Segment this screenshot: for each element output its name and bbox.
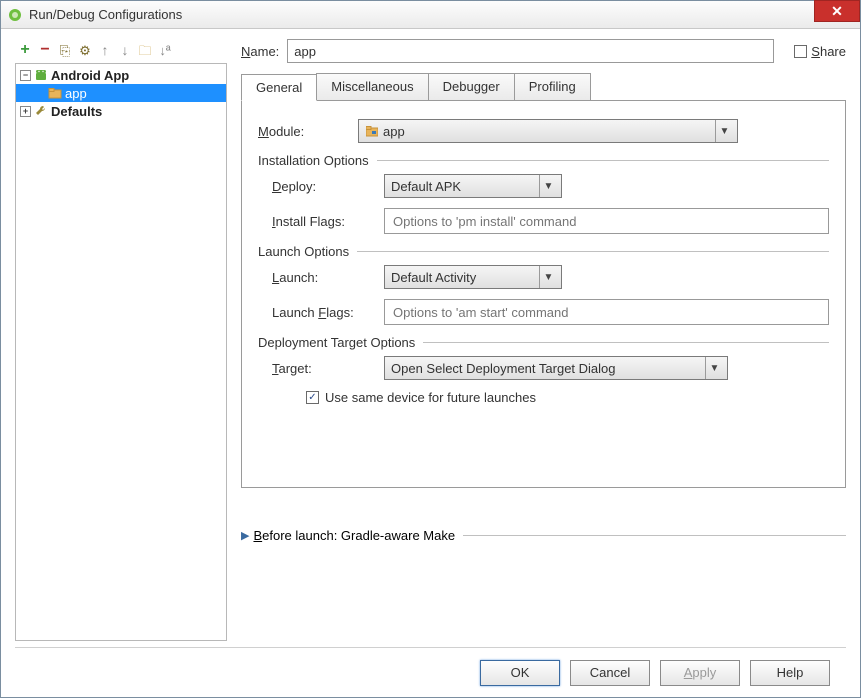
move-down-icon[interactable]: ↓: [117, 42, 133, 58]
divider: [423, 342, 829, 343]
section-header-label: Installation Options: [258, 153, 369, 168]
close-button[interactable]: ✕: [814, 0, 860, 22]
add-icon[interactable]: +: [17, 42, 33, 58]
deploy-label: Deploy:: [272, 179, 384, 194]
expander-icon[interactable]: −: [20, 70, 31, 81]
deploy-value: Default APK: [391, 179, 535, 194]
app-icon: [7, 7, 23, 23]
tab-debugger[interactable]: Debugger: [428, 73, 515, 100]
section-installation: Installation Options: [258, 153, 829, 168]
target-label: Target:: [272, 361, 384, 376]
before-launch-label: Before launch: Gradle-aware Make: [253, 528, 455, 543]
tree-node-label: Defaults: [51, 104, 102, 119]
target-select[interactable]: Open Select Deployment Target Dialog ▼: [384, 356, 728, 380]
left-panel: + − ⎘ ⚙ ↑ ↓ 🗀 ↓ª − Android App: [15, 39, 227, 641]
share-label: Share: [811, 44, 846, 59]
tab-general[interactable]: General: [241, 74, 317, 101]
launch-label: Launch:: [272, 270, 384, 285]
config-tree[interactable]: − Android App app +: [15, 63, 227, 641]
wrench-icon: [34, 104, 48, 118]
launch-select[interactable]: Default Activity ▼: [384, 265, 562, 289]
target-row: Target: Open Select Deployment Target Di…: [258, 356, 829, 380]
name-input[interactable]: [287, 39, 774, 63]
apply-button[interactable]: Apply: [660, 660, 740, 686]
copy-icon[interactable]: ⎘: [57, 42, 73, 58]
launch-flags-input[interactable]: [384, 299, 829, 325]
divider: [377, 160, 829, 161]
share-checkbox-wrap[interactable]: Share: [794, 44, 846, 59]
section-launch: Launch Options: [258, 244, 829, 259]
section-deploy-target: Deployment Target Options: [258, 335, 829, 350]
deploy-row: Deploy: Default APK ▼: [258, 174, 829, 198]
tree-node-label: app: [65, 86, 87, 101]
launch-row: Launch: Default Activity ▼: [258, 265, 829, 289]
dialog-window: Run/Debug Configurations ✕ + − ⎘ ⚙ ↑ ↓ 🗀…: [0, 0, 861, 698]
sort-icon[interactable]: ↓ª: [157, 42, 173, 58]
upper-split: + − ⎘ ⚙ ↑ ↓ 🗀 ↓ª − Android App: [15, 39, 846, 641]
remove-icon[interactable]: −: [37, 42, 53, 58]
divider: [357, 251, 829, 252]
module-select[interactable]: app ▼: [358, 119, 738, 143]
button-bar: OK Cancel Apply Help: [15, 647, 846, 697]
install-flags-row: Install Flags:: [258, 208, 829, 234]
window-title: Run/Debug Configurations: [29, 7, 182, 22]
name-row: Name: Share: [241, 39, 846, 63]
chevron-down-icon: ▼: [715, 120, 733, 142]
divider: [463, 535, 846, 536]
tab-bar: General Miscellaneous Debugger Profiling: [241, 73, 846, 101]
tree-node-label: Android App: [51, 68, 129, 83]
launch-value: Default Activity: [391, 270, 535, 285]
help-button[interactable]: Help: [750, 660, 830, 686]
install-flags-input[interactable]: [384, 208, 829, 234]
folder-icon: [48, 86, 62, 100]
before-launch-section[interactable]: ▶ Before launch: Gradle-aware Make: [241, 528, 846, 543]
chevron-down-icon: ▼: [539, 175, 557, 197]
content-area: + − ⎘ ⚙ ↑ ↓ 🗀 ↓ª − Android App: [1, 29, 860, 697]
module-icon: [365, 124, 379, 138]
install-flags-label: Install Flags:: [272, 214, 384, 229]
collapse-triangle-icon[interactable]: ▶: [241, 529, 249, 542]
use-same-device-checkbox[interactable]: ✓: [306, 391, 319, 404]
name-label: Name:: [241, 44, 279, 59]
launch-flags-label: Launch Flags:: [272, 305, 384, 320]
ok-button[interactable]: OK: [480, 660, 560, 686]
move-up-icon[interactable]: ↑: [97, 42, 113, 58]
use-same-device-label: Use same device for future launches: [325, 390, 536, 405]
folder-icon[interactable]: 🗀: [137, 42, 153, 58]
tab-miscellaneous[interactable]: Miscellaneous: [316, 73, 428, 100]
launch-flags-row: Launch Flags:: [258, 299, 829, 325]
tree-node-android-app[interactable]: − Android App: [16, 66, 226, 84]
section-header-label: Launch Options: [258, 244, 349, 259]
use-same-device-row[interactable]: ✓ Use same device for future launches: [306, 390, 829, 405]
share-checkbox[interactable]: [794, 45, 807, 58]
chevron-down-icon: ▼: [705, 357, 723, 379]
tab-profiling[interactable]: Profiling: [514, 73, 591, 100]
target-value: Open Select Deployment Target Dialog: [391, 361, 701, 376]
tree-node-app[interactable]: app: [16, 84, 226, 102]
module-value: app: [383, 124, 711, 139]
module-label: Module:: [258, 124, 358, 139]
right-panel: Name: Share General Miscellaneous Debugg…: [241, 39, 846, 641]
android-icon: [34, 68, 48, 82]
titlebar: Run/Debug Configurations ✕: [1, 1, 860, 29]
expander-icon[interactable]: +: [20, 106, 31, 117]
config-toolbar: + − ⎘ ⚙ ↑ ↓ 🗀 ↓ª: [15, 39, 227, 63]
tab-panel-general: Module: app ▼ Installation Options: [241, 101, 846, 488]
chevron-down-icon: ▼: [539, 266, 557, 288]
deploy-select[interactable]: Default APK ▼: [384, 174, 562, 198]
settings-icon[interactable]: ⚙: [77, 42, 93, 58]
cancel-button[interactable]: Cancel: [570, 660, 650, 686]
module-row: Module: app ▼: [258, 119, 829, 143]
section-header-label: Deployment Target Options: [258, 335, 415, 350]
tree-node-defaults[interactable]: + Defaults: [16, 102, 226, 120]
